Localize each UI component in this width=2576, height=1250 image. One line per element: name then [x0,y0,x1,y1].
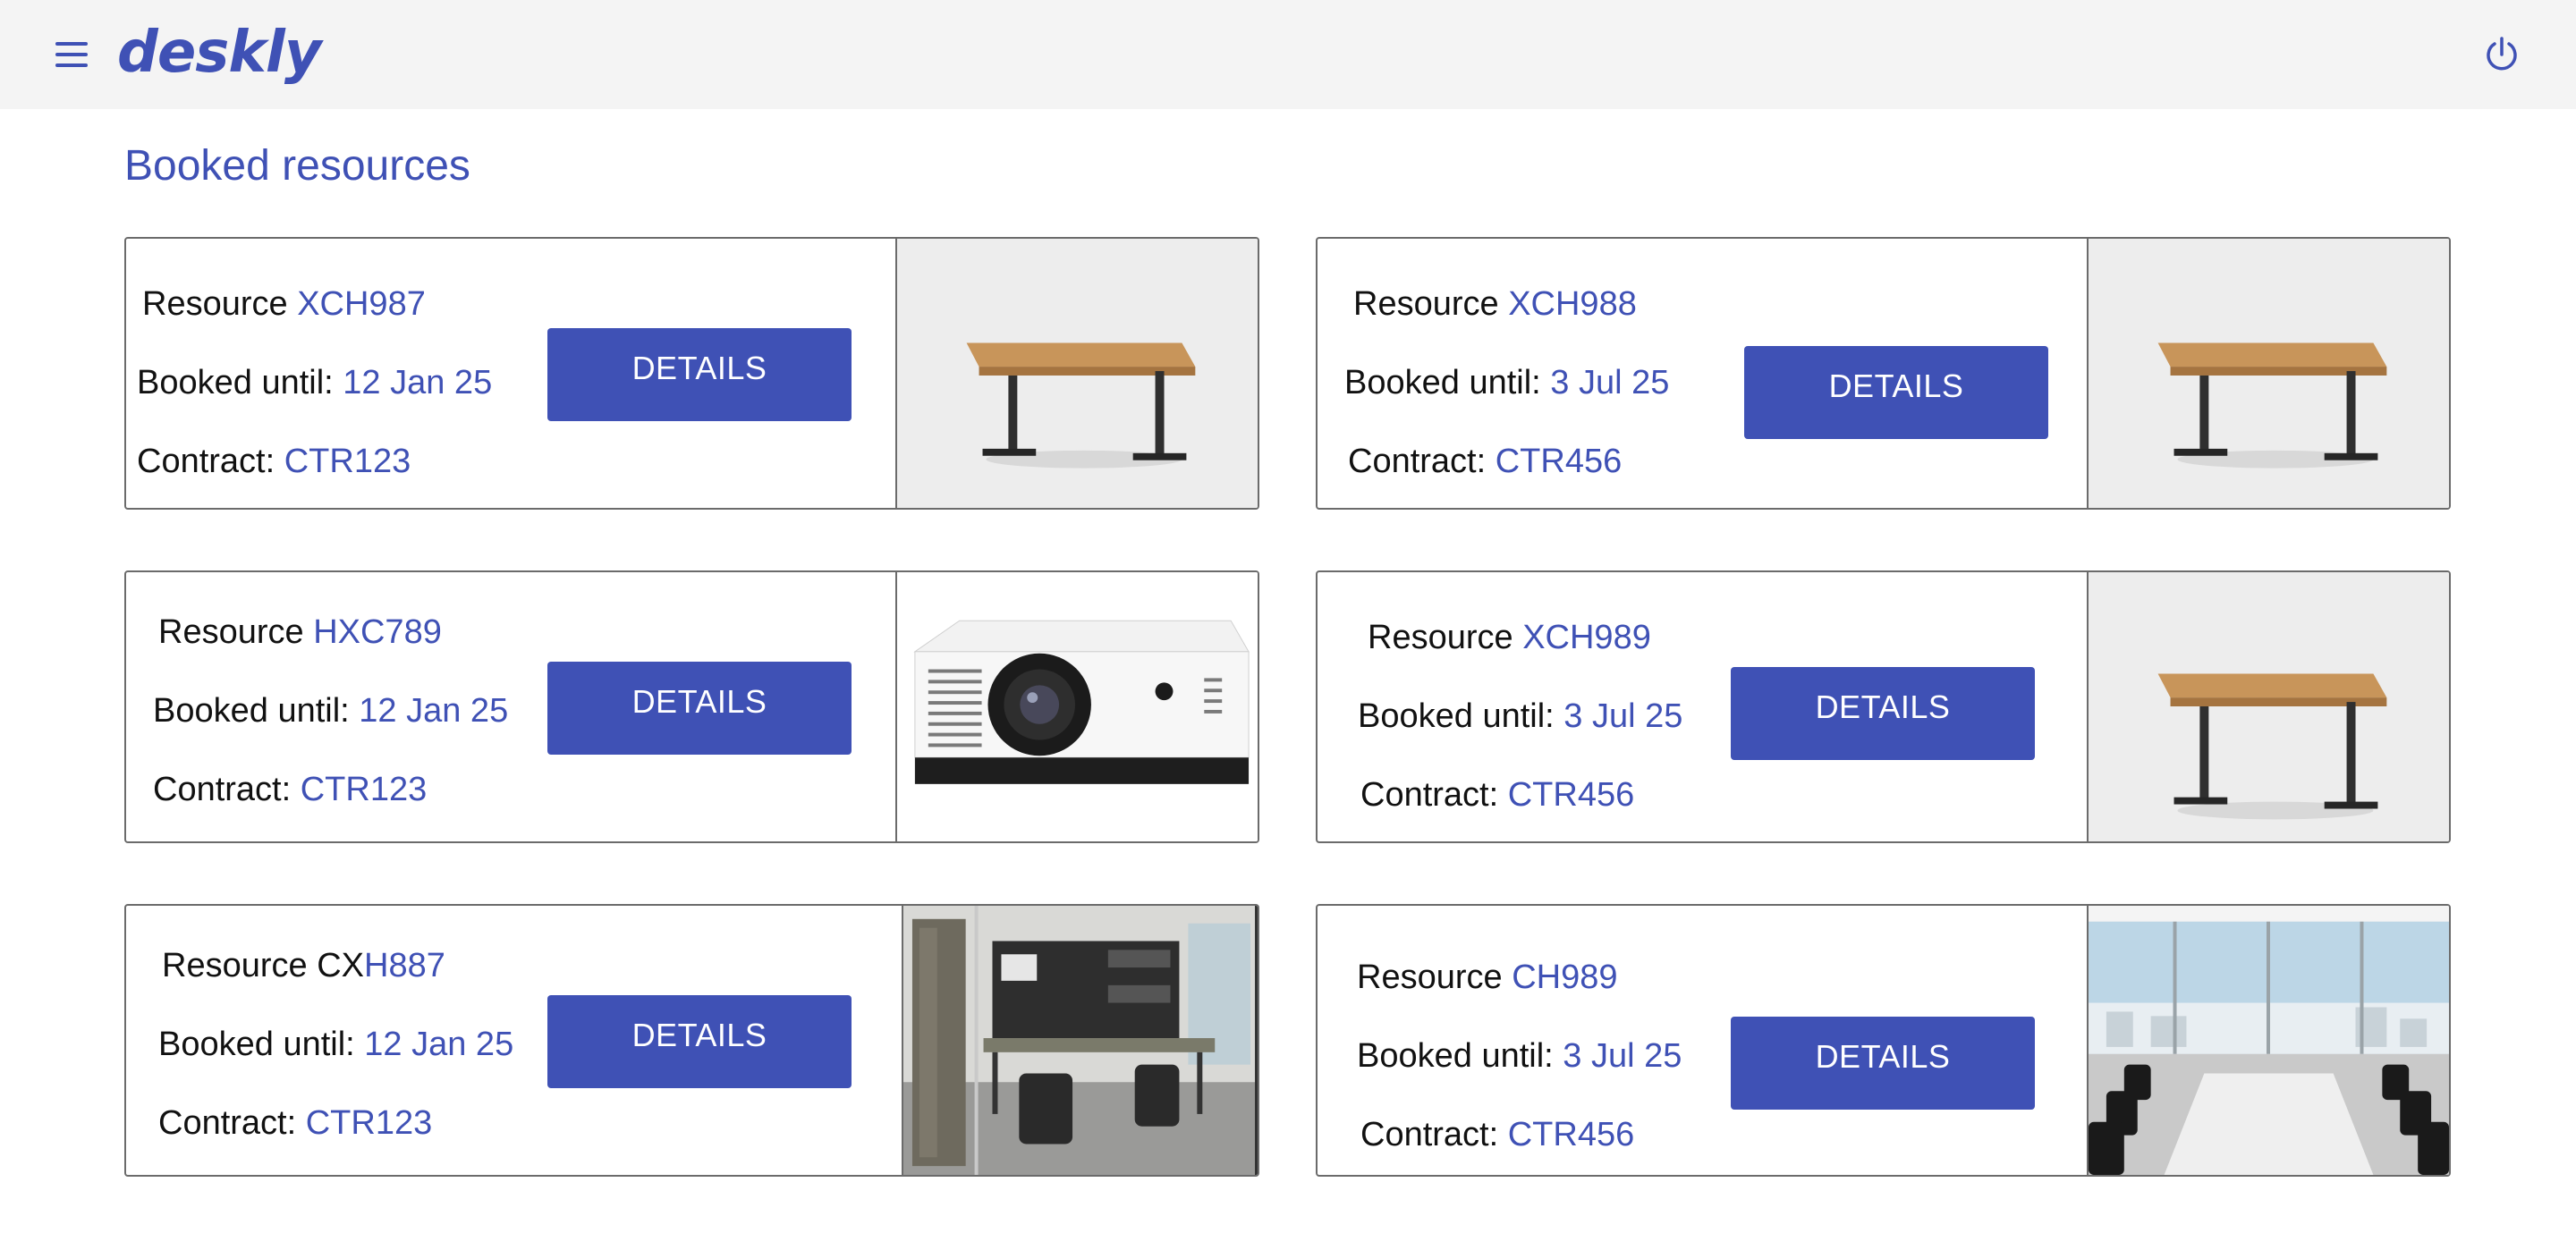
contract-line: Contract: CTR123 [153,771,428,808]
resource-image-desk [895,239,1258,508]
resource-line: Resource XCH987 [142,285,426,323]
details-button[interactable]: DETAILS [547,328,852,421]
page-title: Booked resources [124,142,470,190]
details-button[interactable]: DETAILS [1744,346,2048,439]
resource-line: Resource HXC789 [158,613,442,651]
resource-image-desk [2087,239,2449,508]
resource-image-desk [2087,572,2449,841]
contract-line: Contract: CTR456 [1360,776,1635,814]
contract-line: Contract: CTR456 [1360,1116,1635,1153]
resource-card: Resource HXC789 Booked until: 12 Jan 25 … [124,570,1259,843]
contract-line: Contract: CTR456 [1348,443,1623,480]
details-button[interactable]: DETAILS [547,995,852,1088]
resource-card: Resource XCH989 Booked until: 3 Jul 25 C… [1316,570,2451,843]
resource-line: Resource CH989 [1357,959,1618,996]
resource-line: Resource XCH988 [1353,285,1637,323]
resource-card: Resource CH989 Booked until: 3 Jul 25 Co… [1316,904,2451,1177]
details-button[interactable]: DETAILS [1731,667,2035,760]
booked-until-line: Booked until: 3 Jul 25 [1358,697,1683,735]
resource-card: Resource XCH988 Booked until: 3 Jul 25 C… [1316,237,2451,510]
details-button[interactable]: DETAILS [1731,1017,2035,1110]
contract-line: Contract: CTR123 [158,1104,433,1142]
power-icon[interactable] [2481,34,2522,75]
booked-until-line: Booked until: 12 Jan 25 [153,692,509,730]
resource-line: Resource CXH887 [162,947,445,984]
resource-line: Resource XCH989 [1368,619,1651,656]
app-logo: deskly [117,20,322,86]
details-button[interactable]: DETAILS [547,662,852,755]
booked-until-line: Booked until: 12 Jan 25 [137,364,493,401]
resource-card: Resource CXH887 Booked until: 12 Jan 25 … [124,904,1259,1177]
resource-card: Resource XCH987 Booked until: 12 Jan 25 … [124,237,1259,510]
menu-icon[interactable] [52,38,91,71]
resource-image-office [902,906,1258,1175]
booked-until-line: Booked until: 3 Jul 25 [1344,364,1670,401]
booked-until-line: Booked until: 3 Jul 25 [1357,1037,1682,1075]
resource-image-meeting-room [2087,906,2449,1175]
resource-image-projector [895,572,1258,841]
contract-line: Contract: CTR123 [137,443,411,480]
booked-until-line: Booked until: 12 Jan 25 [158,1026,514,1063]
top-app-bar: deskly [0,0,2576,109]
